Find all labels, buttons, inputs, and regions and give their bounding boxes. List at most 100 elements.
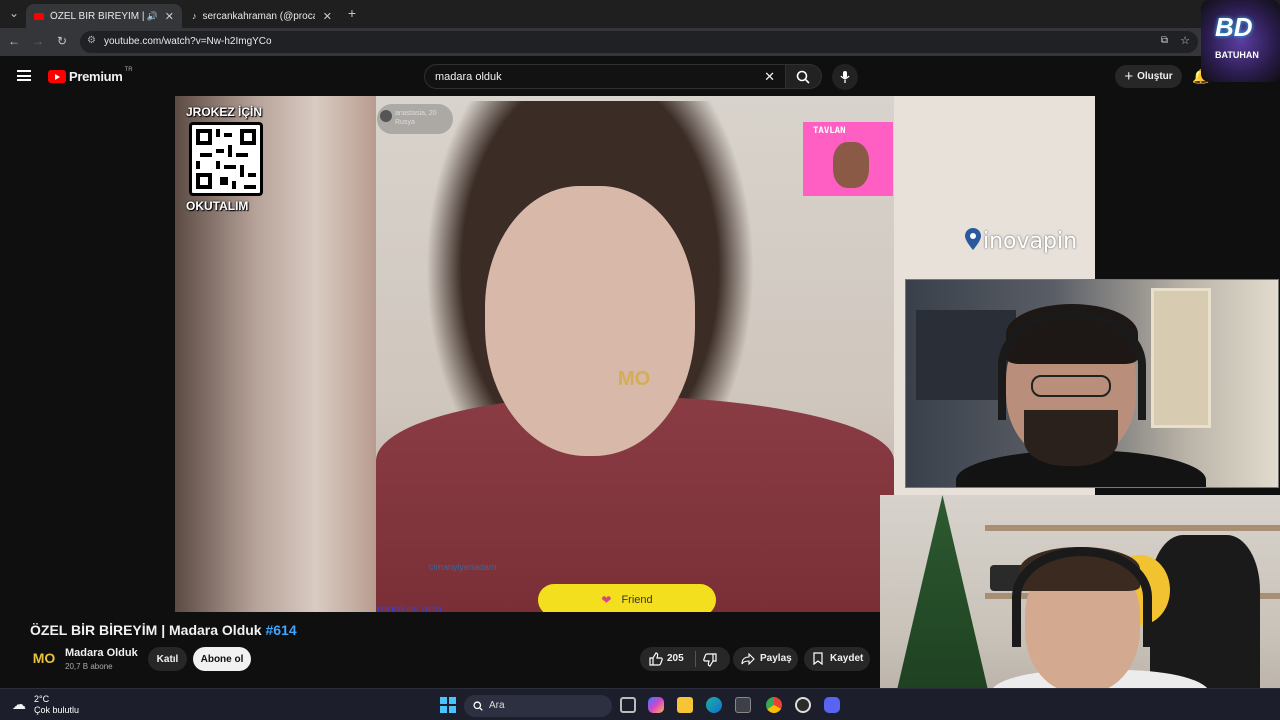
create-button[interactable]: + Oluştur	[1115, 65, 1182, 88]
taskbar-search-label: Ara	[489, 700, 505, 711]
streamer-logo-overlay: BD BATUHAN	[1201, 0, 1280, 82]
tab-search-chevron-icon[interactable]: ⌄	[6, 6, 22, 20]
file-explorer-icon[interactable]	[677, 697, 693, 713]
tab-tiktok[interactable]: ♪ sercankahraman (@procanserc ✕	[184, 4, 340, 28]
tab-label: sercankahraman (@procanserc	[202, 10, 315, 22]
tab-label: ÖZEL BİR BİREYİM | Madara	[50, 10, 146, 22]
search-input[interactable]: madara olduk ✕	[424, 64, 786, 89]
channel-watermark: MO	[618, 368, 651, 390]
wall-poster	[1151, 288, 1211, 428]
share-button[interactable]: Paylaş	[733, 647, 798, 671]
video-hashtag[interactable]: #614	[265, 622, 296, 638]
browser-tab-bar: ⌄ ÖZEL BİR BİREYİM | Madara 🔊 ✕ ♪ sercan…	[0, 0, 1280, 28]
logo-small-text: BATUHAN	[1215, 50, 1259, 60]
logo-label: Premium	[69, 69, 123, 84]
headphones-icon	[1012, 547, 1152, 647]
forward-icon[interactable]: →	[30, 34, 46, 48]
qr-title: JROKEZ İÇİN	[186, 105, 263, 119]
youtube-logo[interactable]: Premium TR	[48, 66, 133, 84]
taskbar-search-box[interactable]: Ara	[464, 695, 612, 717]
logo-region: TR	[124, 66, 133, 73]
sponsor-text: inovapin	[983, 229, 1078, 254]
search-button[interactable]	[786, 64, 822, 89]
tab-youtube[interactable]: ÖZEL BİR BİREYİM | Madara 🔊 ✕	[26, 4, 182, 28]
browser-toolbar: ← → ↻ ⚙ youtube.com/watch?v=Nw-h2ImgYCo …	[0, 28, 1280, 56]
weather-icon[interactable]: ☁	[12, 696, 26, 713]
reload-icon[interactable]: ↻	[54, 34, 70, 48]
clear-search-icon[interactable]: ✕	[764, 69, 775, 85]
share-label: Paylaş	[760, 653, 792, 664]
windows-taskbar: ☁ 2°C Çok bulutlu Ara	[0, 688, 1280, 720]
start-windows-icon[interactable]	[440, 697, 456, 713]
plus-icon: +	[1124, 68, 1134, 85]
url-text: youtube.com/watch?v=Nw-h2ImgYCo	[104, 36, 272, 47]
christmas-tree	[890, 495, 995, 720]
join-label: Katıl	[156, 653, 179, 665]
bookmark-star-icon[interactable]: ☆	[1180, 34, 1190, 47]
qr-code	[189, 122, 263, 196]
like-separator	[695, 651, 696, 667]
search-value: madara olduk	[435, 71, 502, 83]
dislike-thumb-icon[interactable]	[703, 653, 717, 667]
channel-name[interactable]: Madara Olduk	[65, 647, 138, 659]
remote-user-name: anastasia, 20	[395, 110, 437, 117]
video-title-text: ÖZEL BİR BİREYİM | Madara Olduk	[30, 622, 262, 638]
streamer-tag-face	[833, 142, 869, 188]
qr-bottom-text: OKUTALIM	[186, 199, 249, 213]
like-dislike-group: 205	[640, 647, 730, 671]
new-tab-icon[interactable]: +	[344, 5, 360, 21]
search-icon	[796, 70, 810, 84]
copilot-icon[interactable]	[648, 697, 664, 713]
voice-search-button[interactable]	[832, 64, 858, 90]
back-icon[interactable]: ←	[6, 34, 22, 48]
channel-avatar[interactable]: MO	[31, 645, 57, 671]
tiktok-favicon-icon: ♪	[192, 11, 197, 21]
headphones-icon	[998, 310, 1146, 420]
save-label: Kaydet	[830, 653, 864, 664]
friend-button[interactable]: ❤ Friend	[538, 584, 716, 612]
chrome-icon[interactable]	[766, 697, 782, 713]
join-button[interactable]: Katıl	[148, 647, 187, 671]
save-button[interactable]: Kaydet	[804, 647, 870, 671]
install-app-icon[interactable]: ⧉	[1161, 35, 1168, 46]
site-info-icon[interactable]: ⚙	[87, 35, 96, 46]
share-arrow-icon	[741, 653, 755, 665]
streamer-webcam-bottom	[880, 495, 1280, 720]
youtube-play-icon	[48, 70, 66, 83]
edge-icon[interactable]	[706, 697, 722, 713]
task-view-icon[interactable]	[620, 697, 636, 713]
like-thumb-icon[interactable]	[649, 652, 663, 666]
menu-icon[interactable]	[17, 70, 31, 81]
streamer-tag-text: TAVLAN	[813, 126, 846, 136]
remote-user-badge: anastasia, 20 Rusya	[377, 104, 453, 134]
person-face	[485, 186, 695, 456]
subscribe-button[interactable]: Abone ol	[193, 647, 251, 671]
obs-icon[interactable]	[795, 697, 811, 713]
store-icon[interactable]	[735, 697, 751, 713]
search-icon	[473, 701, 483, 711]
channel-avatar-text: MO	[32, 650, 56, 666]
location-pin-icon	[965, 228, 981, 250]
app-watermark: monkey.app	[377, 602, 442, 612]
create-label: Oluştur	[1137, 71, 1173, 82]
chat-username: cimanyiyenadam	[429, 562, 497, 572]
address-bar[interactable]: ⚙ youtube.com/watch?v=Nw-h2ImgYCo ⧉ ☆	[80, 31, 1198, 53]
remote-user-country: Rusya	[395, 119, 415, 126]
discord-icon[interactable]	[824, 697, 840, 713]
qr-pattern-icon	[196, 129, 256, 189]
friend-label: Friend	[621, 594, 653, 606]
subscribe-label: Abone ol	[200, 653, 244, 665]
speaker-icon[interactable]: 🔊	[147, 11, 158, 22]
logo-big-text: BD	[1215, 12, 1253, 42]
weather-temperature: 2°C	[34, 694, 50, 704]
streamer-tag-overlay: TAVLAN	[803, 122, 893, 196]
wall-shelf	[985, 525, 1280, 531]
weather-description: Çok bulutlu	[34, 705, 80, 715]
microphone-icon	[840, 71, 850, 83]
close-tab-icon[interactable]: ✕	[165, 10, 174, 23]
bookmark-icon	[813, 652, 823, 665]
youtube-header: Premium TR madara olduk ✕ + Oluştur 🔔	[0, 56, 1280, 96]
remote-user-avatar	[380, 110, 392, 122]
close-tab-icon[interactable]: ✕	[323, 10, 332, 23]
video-title: ÖZEL BİR BİREYİM | Madara Olduk #614	[30, 622, 297, 638]
